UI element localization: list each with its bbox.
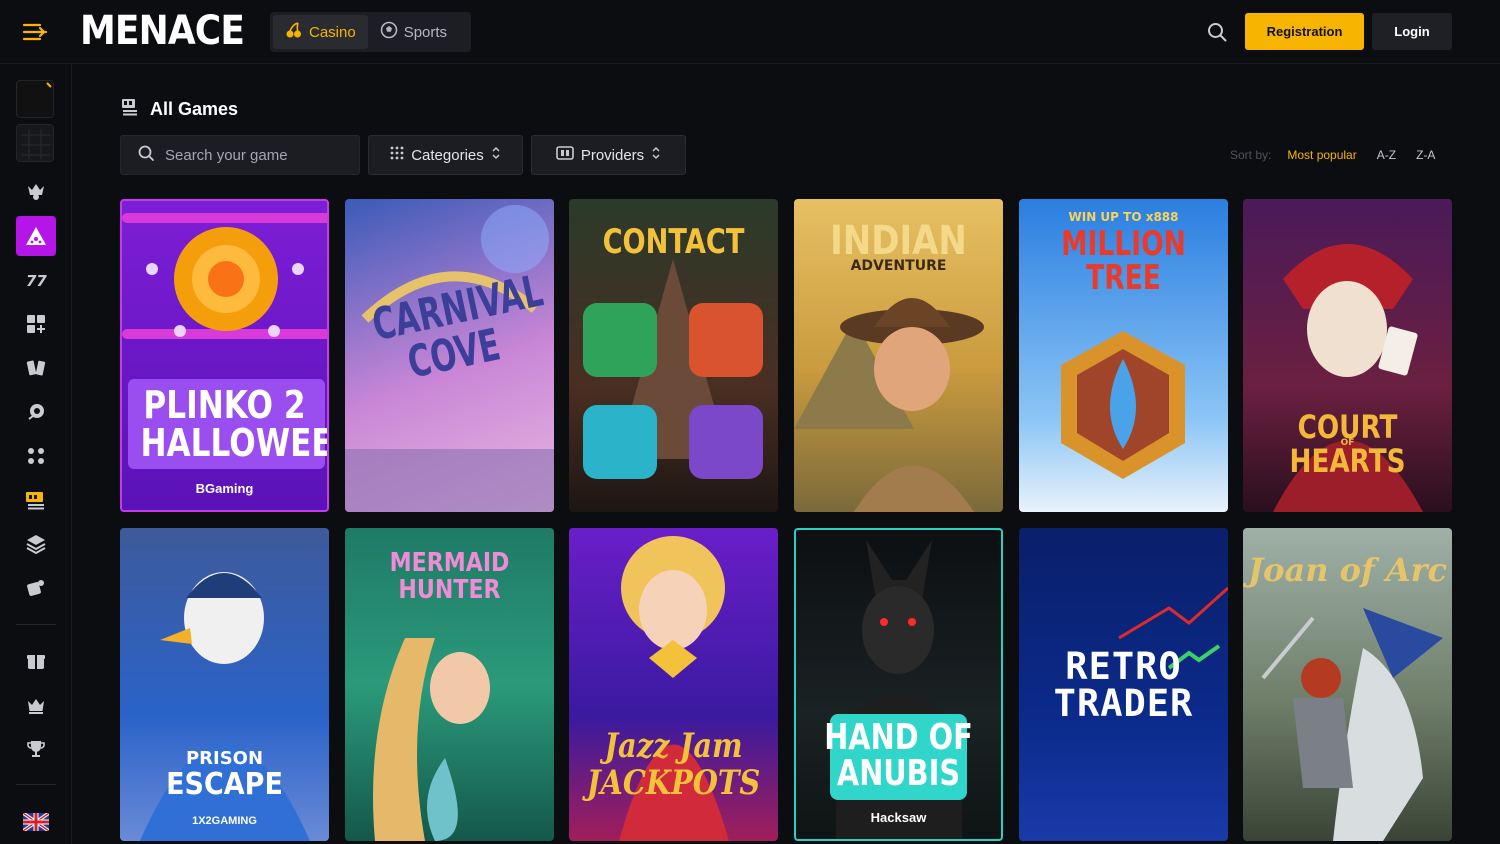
chip-icon[interactable] [16,392,56,432]
categories-dropdown[interactable]: Categories [368,135,523,175]
game-search [120,135,360,175]
sidebar-divider [16,784,56,785]
providers-icon [556,145,574,165]
soccer-ball-icon [380,21,398,43]
cards-icon[interactable] [16,348,56,388]
tab-casino-label: Casino [309,23,356,41]
sort-bar: Sort by: Most popular A-Z Z-A [1230,148,1435,162]
gift-icon[interactable] [16,641,56,681]
sort-most-popular[interactable]: Most popular [1287,148,1356,162]
sort-label: Sort by: [1230,148,1272,162]
sidebar-divider [16,624,56,625]
categories-label: Categories [411,146,484,164]
game-subtitle: PRISON [185,748,264,769]
page-title-text: All Games [150,99,239,119]
game-title: MILLION TREE [1061,224,1186,298]
game-subtitle: WIN UP TO x888 [1068,210,1179,224]
game-title: Jazz Jam JACKPOTS [586,726,761,804]
game-title: MERMAID HUNTER [389,548,510,606]
game-title: INDIAN [830,218,967,264]
en-gb-flag-icon[interactable] [16,802,56,842]
sort-z-a[interactable]: Z-A [1416,148,1435,162]
providers-dropdown[interactable]: Providers [531,135,686,175]
trophy-icon[interactable] [16,729,56,769]
game-title: ESCAPE [166,767,283,802]
grid-plus-icon[interactable] [16,304,56,344]
game-provider: BGaming [195,481,254,496]
search-icon [137,144,155,166]
chevron-updown-icon [651,146,661,164]
game-card[interactable]: WIN UP TO x888 MILLION TREE [1019,199,1228,512]
dice-icon[interactable] [16,568,56,608]
login-button[interactable]: Login [1372,13,1452,50]
game-card[interactable]: PRISON ESCAPE 1X2GAMING [120,528,329,841]
main-content: All Games Categories Providers Sort by: … [73,64,1500,844]
site-logo[interactable]: MENACE [80,8,245,54]
page-title: All Games [120,97,238,122]
registration-button[interactable]: Registration [1245,13,1364,50]
promo-thumbnail[interactable] [16,124,54,162]
game-provider: Hacksaw [870,810,927,825]
game-card[interactable]: Joan of Arc [1243,528,1452,841]
game-title: CONTACT [602,222,745,262]
game-card[interactable]: MERMAID HUNTER [345,528,554,841]
tab-casino[interactable]: Casino [273,15,368,49]
game-title: HAND OF ANUBIS [824,717,973,794]
slot-machine-icon[interactable] [16,480,56,520]
game-subtitle: ADVENTURE [850,258,947,274]
cherry-icon [285,21,303,43]
game-title: Joan of Arc [1247,551,1448,589]
game-title: PLINKO 2 HALLOWEEN [140,383,327,465]
grid-dots-icon [390,146,404,164]
plinko-icon[interactable] [16,216,56,256]
game-card[interactable]: CARNIVAL COVE [345,199,554,512]
sidebar: 77 [0,64,72,844]
tab-sports[interactable]: Sports [368,15,459,49]
game-card[interactable]: HAND OF ANUBIS Hacksaw [794,528,1003,841]
search-icon[interactable] [1205,20,1229,44]
seven-seven-icon[interactable]: 77 [16,260,56,300]
game-card[interactable]: PLINKO 2 HALLOWEEN BGaming [120,199,329,512]
crown-icon[interactable] [16,685,56,725]
menu-toggle-icon[interactable] [22,20,48,44]
sort-a-z[interactable]: A-Z [1377,148,1396,162]
slot-machine-icon [120,97,140,122]
chevron-updown-icon [491,146,501,164]
game-card[interactable]: COURT HEARTS OF [1243,199,1452,512]
game-provider: 1X2GAMING [192,815,257,827]
svg-text:77: 77 [26,272,47,290]
game-artwork [122,213,327,469]
promo-thumbnail[interactable] [16,80,54,118]
game-subtitle: OF [1340,438,1355,448]
game-card[interactable]: RETRO TRADER [1019,528,1228,841]
tab-sports-label: Sports [403,23,448,41]
game-title: RETRO TRADER [1053,645,1194,725]
top-bar: MENACE Casino Sports Registration Login [0,0,1500,64]
crown-jester-icon[interactable] [16,171,56,211]
search-input[interactable] [165,146,345,164]
mode-switch: Casino Sports [270,12,471,52]
layers-icon[interactable] [16,524,56,564]
game-card[interactable]: Jazz Jam JACKPOTS [569,528,778,841]
game-card[interactable]: INDIAN ADVENTURE [794,199,1003,512]
providers-label: Providers [580,146,645,164]
dots-icon[interactable] [16,436,56,476]
game-card[interactable]: CONTACT [569,199,778,512]
